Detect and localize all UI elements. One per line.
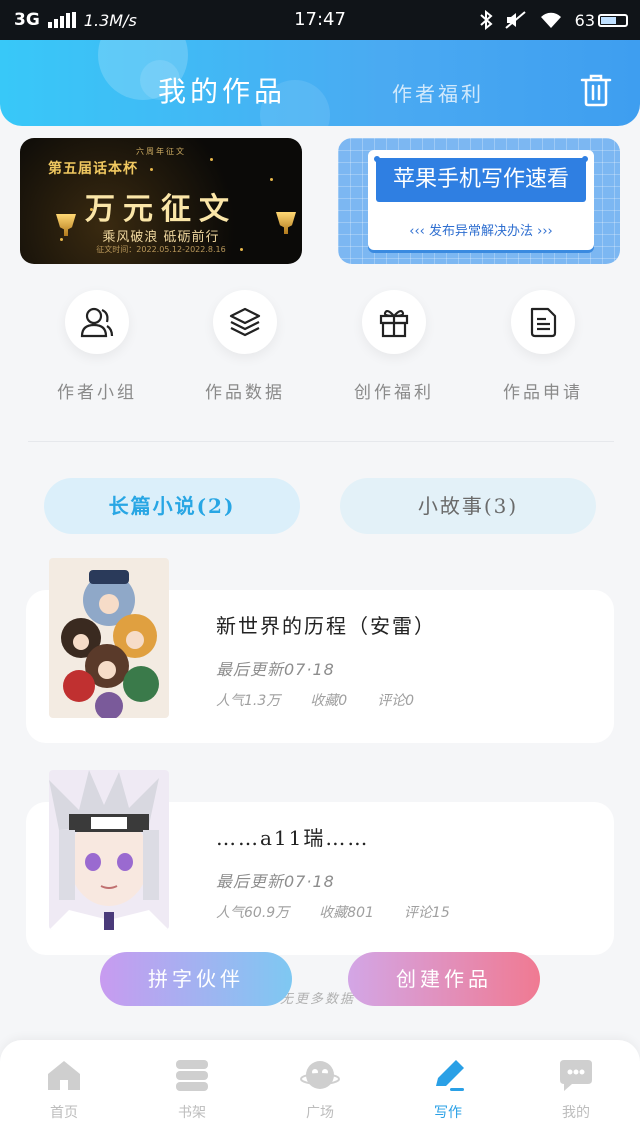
create-work-button[interactable]: 创建作品 xyxy=(348,952,540,1006)
tab-author-benefits[interactable]: 作者福利 xyxy=(392,78,484,107)
tab-my-works[interactable]: 我的作品 xyxy=(158,70,286,110)
guide-board: 苹果手机写作速看 ‹‹‹ 发布异常解决办法 ››› xyxy=(368,150,594,250)
battery-indicator: 63 xyxy=(575,11,628,30)
work-favorites: 收藏0 xyxy=(310,693,348,709)
no-more-text: 无更多数据 xyxy=(280,992,356,1007)
nav-bookshelf[interactable]: 书架 xyxy=(142,1058,242,1122)
wifi-icon xyxy=(540,12,561,28)
battery-percent: 63 xyxy=(574,10,595,30)
trash-icon[interactable] xyxy=(580,73,612,107)
nav-home[interactable]: 首页 xyxy=(14,1058,114,1122)
nav-mine[interactable]: 我的 xyxy=(526,1058,626,1122)
quick-works-data[interactable]: 作品数据 xyxy=(190,290,300,403)
tab-short-stories[interactable]: 小故事(3) xyxy=(340,478,596,534)
work-comments: 评论15 xyxy=(403,905,450,921)
status-right: 63 xyxy=(479,10,628,30)
work-popularity: 人气1.3万 xyxy=(216,693,281,709)
work-favorites: 收藏801 xyxy=(319,905,374,921)
guide-title: 苹果手机写作速看 xyxy=(376,158,586,202)
work-popularity: 人气60.9万 xyxy=(216,905,290,921)
writing-partner-button[interactable]: 拼字伙伴 xyxy=(100,952,292,1006)
work-updated: 最后更新07·18 xyxy=(216,872,335,891)
work-title[interactable]: 新世界的历程（安雷） xyxy=(216,610,436,639)
quick-works-application[interactable]: 作品申请 xyxy=(488,290,598,403)
quick-works-application-label: 作品申请 xyxy=(503,383,583,403)
nav-home-label: 首页 xyxy=(50,1105,78,1121)
contest-date: 征文时间：2022.05.12-2022.8.16 xyxy=(96,245,226,254)
mute-icon xyxy=(504,11,526,29)
nav-mine-label: 我的 xyxy=(562,1105,590,1121)
quick-creation-benefits-label: 创作福利 xyxy=(354,383,434,403)
contest-cup-name: 第五届话本杯 xyxy=(48,161,138,177)
banner-iphone-guide[interactable]: 苹果手机写作速看 ‹‹‹ 发布异常解决办法 ››› xyxy=(338,138,620,264)
section-divider xyxy=(28,441,614,442)
tab-long-novels[interactable]: 长篇小说(2) xyxy=(44,478,300,534)
work-title[interactable]: ……a11瑞…… xyxy=(216,822,369,851)
planet-icon xyxy=(300,1061,340,1089)
work-stats: 人气60.9万 收藏801 评论15 xyxy=(216,902,480,922)
home-icon xyxy=(48,1061,80,1090)
battery-icon xyxy=(598,13,628,27)
quick-works-data-label: 作品数据 xyxy=(205,383,285,403)
nav-square[interactable]: 广场 xyxy=(270,1058,370,1122)
chat-icon xyxy=(560,1060,592,1091)
layers-icon xyxy=(229,307,261,337)
nav-writing[interactable]: 写作 xyxy=(398,1058,498,1122)
banner-writing-contest[interactable]: 六周年征文 第五届话本杯 万元征文 乘风破浪 砥砺前行 征文时间：2022.05… xyxy=(20,138,302,264)
work-comments: 评论0 xyxy=(377,693,415,709)
guide-subtitle: ‹‹‹ 发布异常解决办法 ››› xyxy=(409,224,553,239)
work-cover-image[interactable] xyxy=(49,558,169,718)
nav-square-label: 广场 xyxy=(306,1105,334,1121)
quick-author-group-label: 作者小组 xyxy=(57,383,137,403)
pen-icon xyxy=(436,1060,464,1091)
work-stats: 人气1.3万 收藏0 评论0 xyxy=(216,690,444,710)
top-header: 我的作品 作者福利 xyxy=(0,40,640,126)
bookshelf-icon xyxy=(176,1060,208,1091)
work-updated: 最后更新07·18 xyxy=(216,660,335,679)
users-icon xyxy=(80,307,114,338)
nav-writing-label: 写作 xyxy=(434,1105,462,1121)
bluetooth-icon xyxy=(479,10,493,30)
bottom-navigation: 首页 书架 广场 写作 我的 xyxy=(0,1040,640,1138)
contest-title: 万元征文 xyxy=(85,192,237,227)
contest-top-text: 六周年征文 xyxy=(136,147,186,156)
contest-subtitle: 乘风破浪 砥砺前行 xyxy=(102,230,220,245)
work-cover-image[interactable] xyxy=(49,770,169,930)
nav-bookshelf-label: 书架 xyxy=(178,1105,206,1121)
gift-icon xyxy=(379,310,409,338)
quick-creation-benefits[interactable]: 创作福利 xyxy=(339,290,449,403)
document-icon xyxy=(530,307,557,338)
quick-author-group[interactable]: 作者小组 xyxy=(42,290,152,403)
status-bar: 3G 1.3M/s 17:47 63 xyxy=(0,0,640,40)
